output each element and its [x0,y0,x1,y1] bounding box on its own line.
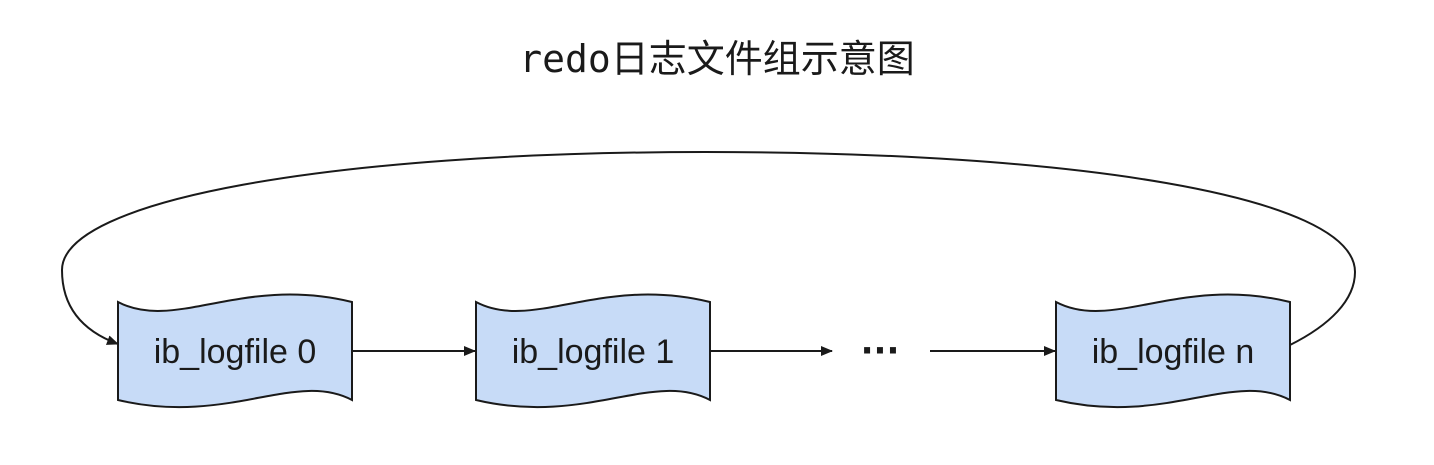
redo-log-diagram: redo日志文件组示意图 ib_logfile 0 ib_logfile 1 i… [60,37,1357,409]
node-label: ib_logfile 1 [512,333,675,371]
diagram-title: redo日志文件组示意图 [519,37,915,81]
node-file-n: ib_logfile n [1055,293,1291,409]
node-file-1: ib_logfile 1 [475,293,711,409]
node-label: ib_logfile n [1092,333,1255,371]
ellipsis: ··· [861,331,900,371]
node-file-0: ib_logfile 0 [117,293,353,409]
node-label: ib_logfile 0 [154,333,317,371]
